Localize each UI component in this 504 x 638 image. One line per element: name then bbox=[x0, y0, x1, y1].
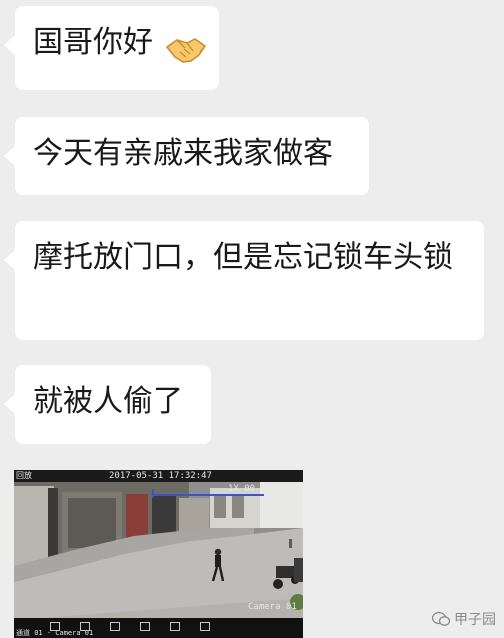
message-bubble-4[interactable]: 就被人偷了 bbox=[4, 365, 211, 444]
snapshot-icon[interactable] bbox=[50, 622, 60, 631]
message-bubble-1[interactable]: 国哥你好 bbox=[4, 6, 219, 90]
wechat-icon bbox=[432, 611, 450, 626]
video-message[interactable]: 2017-05-31 17:32:47 回放 1X 00 Camera 01 通… bbox=[14, 470, 303, 638]
stop-icon[interactable] bbox=[140, 622, 150, 631]
message-bubble-2[interactable]: 今天有亲戚来我家做客 bbox=[4, 117, 369, 195]
playback-label: 回放 bbox=[16, 471, 32, 480]
camera-label: Camera 01 bbox=[248, 602, 297, 612]
clip-icon[interactable] bbox=[80, 622, 90, 631]
watermark: 甲子园 bbox=[432, 608, 496, 630]
volume-icon[interactable] bbox=[200, 622, 210, 631]
handshake-icon bbox=[165, 38, 207, 63]
message-text: 国哥你好 bbox=[33, 25, 153, 60]
message-text: 摩托放门口，但是忘记锁车头锁 bbox=[33, 240, 453, 275]
zoom-text: 1X 00 bbox=[228, 484, 256, 494]
pause-icon[interactable] bbox=[110, 622, 120, 631]
zoom-icon[interactable] bbox=[170, 622, 180, 631]
message-text: 就被人偷了 bbox=[33, 384, 183, 419]
video-timestamp: 2017-05-31 17:32:47 bbox=[109, 471, 212, 481]
cctv-video-frame bbox=[14, 470, 303, 638]
message-text: 今天有亲戚来我家做客 bbox=[33, 136, 333, 171]
watermark-text: 甲子园 bbox=[454, 612, 496, 628]
message-bubble-3[interactable]: 摩托放门口，但是忘记锁车头锁 bbox=[4, 221, 484, 340]
